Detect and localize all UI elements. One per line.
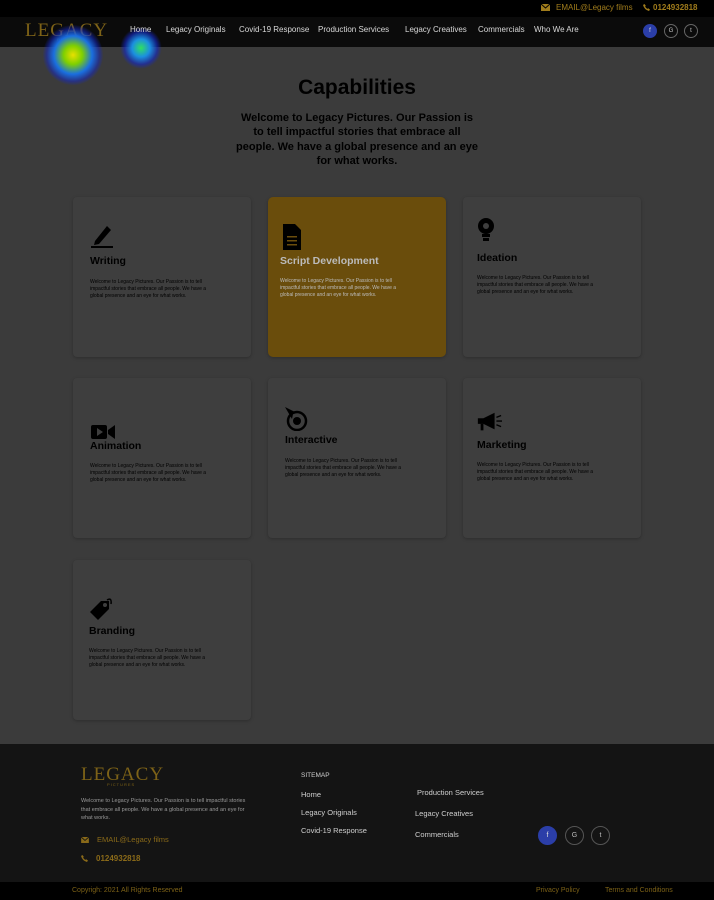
nav-item-commercials[interactable]: Commercials [478, 25, 525, 34]
document-icon [283, 224, 301, 250]
sitemap-label: SITEMAP [301, 772, 330, 779]
footer-link-production-services[interactable]: Production Services [417, 788, 484, 797]
footer-email-text: EMAIL@Legacy films [97, 835, 169, 844]
card-description: Welcome to Legacy Pictures. Our Passion … [285, 458, 402, 478]
card-description: Welcome to Legacy Pictures. Our Passion … [90, 279, 207, 299]
facebook-icon[interactable]: f [643, 24, 657, 38]
capability-card-interactive[interactable]: Interactive Welcome to Legacy Pictures. … [268, 378, 446, 538]
card-description: Welcome to Legacy Pictures. Our Passion … [280, 278, 397, 298]
site-footer: LEGACY PICTURES Welcome to Legacy Pictur… [0, 744, 714, 882]
footer-phone-text: 0124932818 [96, 854, 141, 863]
top-phone-text: 0124932818 [653, 3, 698, 12]
twitter-icon[interactable]: t [684, 24, 698, 38]
phone-icon [81, 855, 88, 862]
footer-link-commercials[interactable]: Commercials [415, 830, 459, 839]
privacy-policy-link[interactable]: Privacy Policy [536, 887, 580, 894]
top-email-text: EMAIL@Legacy films [556, 3, 633, 12]
nav-item-who-we-are[interactable]: Who We Are [534, 25, 579, 34]
footer-logo-subtext: PICTURES [107, 782, 136, 787]
card-description: Welcome to Legacy Pictures. Our Passion … [477, 462, 594, 482]
pointer-target-icon [285, 407, 308, 431]
terms-link[interactable]: Terms and Conditions [605, 887, 673, 894]
capability-card-branding[interactable]: Branding Welcome to Legacy Pictures. Our… [73, 560, 251, 720]
envelope-icon [81, 836, 89, 843]
envelope-icon [541, 4, 550, 11]
card-title: Interactive [285, 434, 338, 446]
nav-item-home[interactable]: Home [130, 25, 151, 34]
capability-card-script-development[interactable]: Script Development Welcome to Legacy Pic… [268, 197, 446, 357]
footer-email-link[interactable]: EMAIL@Legacy films [81, 835, 169, 844]
lightbulb-icon [478, 218, 494, 241]
copyright-text: Copyrigh: 2021 All Rights Reserved [72, 887, 183, 894]
pen-icon [91, 226, 113, 248]
nav-item-covid-response[interactable]: Covid-19 Response [239, 25, 309, 34]
nav-item-production-services[interactable]: Production Services [318, 25, 389, 34]
bottom-bar: Copyrigh: 2021 All Rights Reserved Priva… [0, 882, 714, 900]
google-icon[interactable]: G [565, 826, 584, 845]
footer-link-covid-response[interactable]: Covid-19 Response [301, 826, 367, 835]
nav-item-legacy-creatives[interactable]: Legacy Creatives [405, 25, 467, 34]
capability-card-writing[interactable]: Writing Welcome to Legacy Pictures. Our … [73, 197, 251, 357]
top-contact-bar: EMAIL@Legacy films 0124932818 [0, 0, 714, 17]
card-description: Welcome to Legacy Pictures. Our Passion … [89, 648, 206, 668]
card-title: Branding [89, 625, 136, 637]
footer-phone-link[interactable]: 0124932818 [81, 854, 141, 863]
capability-card-ideation[interactable]: Ideation Welcome to Legacy Pictures. Our… [463, 197, 641, 357]
twitter-icon[interactable]: t [591, 826, 610, 845]
top-email-link[interactable]: EMAIL@Legacy films [541, 3, 633, 12]
card-title: Writing [90, 255, 126, 267]
capability-card-animation[interactable]: Animation Welcome to Legacy Pictures. Ou… [73, 378, 251, 538]
megaphone-icon [477, 412, 502, 431]
card-title: Marketing [477, 439, 527, 451]
footer-description: Welcome to Legacy Pictures. Our Passion … [81, 798, 246, 821]
page-title: Capabilities [298, 76, 416, 99]
capability-card-marketing[interactable]: Marketing Welcome to Legacy Pictures. Ou… [463, 378, 641, 538]
nav-item-legacy-originals[interactable]: Legacy Originals [166, 25, 226, 34]
google-icon[interactable]: G [664, 24, 678, 38]
intro-text: Welcome to Legacy Pictures. Our Passion … [236, 112, 478, 167]
footer-link-home[interactable]: Home [301, 790, 321, 799]
card-title: Animation [90, 440, 142, 452]
card-description: Welcome to Legacy Pictures. Our Passion … [477, 275, 594, 295]
top-phone-link[interactable]: 0124932818 [643, 3, 698, 12]
footer-link-legacy-creatives[interactable]: Legacy Creatives [415, 809, 473, 818]
card-title: Ideation [477, 252, 518, 264]
facebook-icon[interactable]: f [538, 826, 557, 845]
card-description: Welcome to Legacy Pictures. Our Passion … [90, 463, 207, 483]
tag-icon [90, 598, 112, 620]
card-title: Script Development [280, 255, 379, 267]
footer-link-legacy-originals[interactable]: Legacy Originals [301, 808, 357, 817]
phone-icon [643, 4, 650, 11]
